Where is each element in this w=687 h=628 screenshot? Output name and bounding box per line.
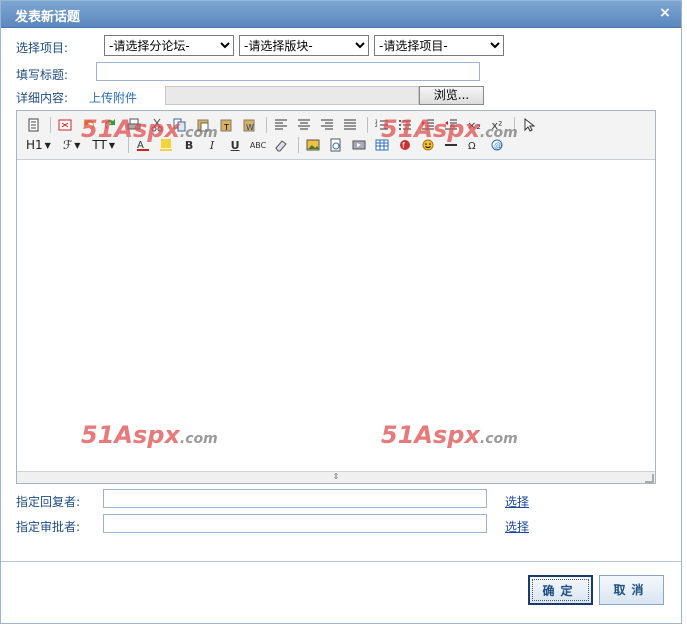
upload-attachment-link[interactable]: 上传附件 [89,89,137,106]
watermark-tld: .com [479,125,518,141]
svg-text:T: T [223,123,229,132]
reply-to-input[interactable] [103,489,487,508]
choose-approver-link[interactable]: 选择 [505,518,529,535]
insert-image-icon[interactable] [303,136,323,154]
select-project-label: 选择项目: [16,41,69,55]
align-center-icon[interactable] [294,116,314,134]
forum-select[interactable]: -请选择分论坛- [104,35,234,56]
watermark-logo: 51Aspx.com [81,421,218,449]
spellcheck-button[interactable]: ABC [248,136,268,154]
watermark-brand: 51Aspx [81,421,180,449]
insert-media-icon[interactable] [349,136,369,154]
font-family-dropdown[interactable]: ℱ ▼ [60,136,84,154]
align-right-icon[interactable] [317,116,337,134]
chevron-down-icon: ▼ [74,140,81,150]
close-icon[interactable]: × [657,4,673,22]
watermark-logo: 51Aspx.com [381,421,518,449]
choose-reply-to-link[interactable]: 选择 [505,493,529,510]
watermark-tld: .com [179,431,218,447]
approver-input[interactable] [103,514,487,533]
cancel-button[interactable]: 取消 [599,575,664,605]
ok-button[interactable]: 确定 [528,575,593,605]
paste-text-icon[interactable]: T [216,116,236,134]
file-path-field[interactable] [165,86,419,105]
font-label: ℱ [62,138,73,152]
watermark-brand: 51Aspx [81,115,180,143]
insert-link-icon[interactable] [326,136,346,154]
source-icon[interactable] [23,116,43,134]
toolbar-divider [50,117,51,133]
chevron-down-icon: ▼ [44,140,51,150]
watermark-brand: 51Aspx [381,421,480,449]
toolbar-divider [367,117,368,133]
toolbar-divider [298,137,300,153]
svg-text:W: W [246,123,254,132]
approver-label: 指定审批者: [16,520,81,534]
editor-resize-bar[interactable]: ⇕ [17,471,655,483]
toolbar-divider [266,117,267,133]
paste-word-icon[interactable]: W [239,116,259,134]
dialog-titlebar: 发表新话题 × [1,1,681,28]
project-select[interactable]: -请选择项目- [374,35,504,56]
heading-label: H1 [26,138,43,152]
underline-button[interactable]: U [225,136,245,154]
dialog-title: 发表新话题 [15,10,81,25]
title-label: 填写标题: [16,68,69,82]
resize-grip-icon[interactable] [645,474,654,483]
new-topic-dialog: 发表新话题 × 选择项目: -请选择分论坛- -请选择版块- -请选择项目- 填… [0,0,682,624]
eraser-icon[interactable] [271,136,291,154]
reply-to-label: 指定回复者: [16,495,81,509]
svg-text:2: 2 [375,123,378,128]
watermark-tld: .com [479,431,518,447]
footer-divider [1,561,681,562]
watermark-brand: 51Aspx [381,115,480,143]
select-pointer-icon[interactable] [519,116,539,134]
content-label: 详细内容: [16,91,69,105]
align-justify-icon[interactable] [340,116,360,134]
watermark-logo: 51Aspx.com [81,115,218,143]
watermark-tld: .com [179,125,218,141]
align-left-icon[interactable] [271,116,291,134]
watermark-logo: 51Aspx.com [381,115,518,143]
resize-handle-icon[interactable]: ⇕ [329,473,343,481]
browse-button[interactable]: 浏览... [419,86,484,105]
fullscreen-icon[interactable] [55,116,75,134]
rich-text-editor: T W 12 ×₂ x² H1 ▼ ℱ ▼ TT ▼ A B I U ABC f… [16,110,656,484]
board-select[interactable]: -请选择版块- [239,35,369,56]
title-input[interactable] [96,62,480,81]
heading-dropdown[interactable]: H1 ▼ [23,136,54,154]
